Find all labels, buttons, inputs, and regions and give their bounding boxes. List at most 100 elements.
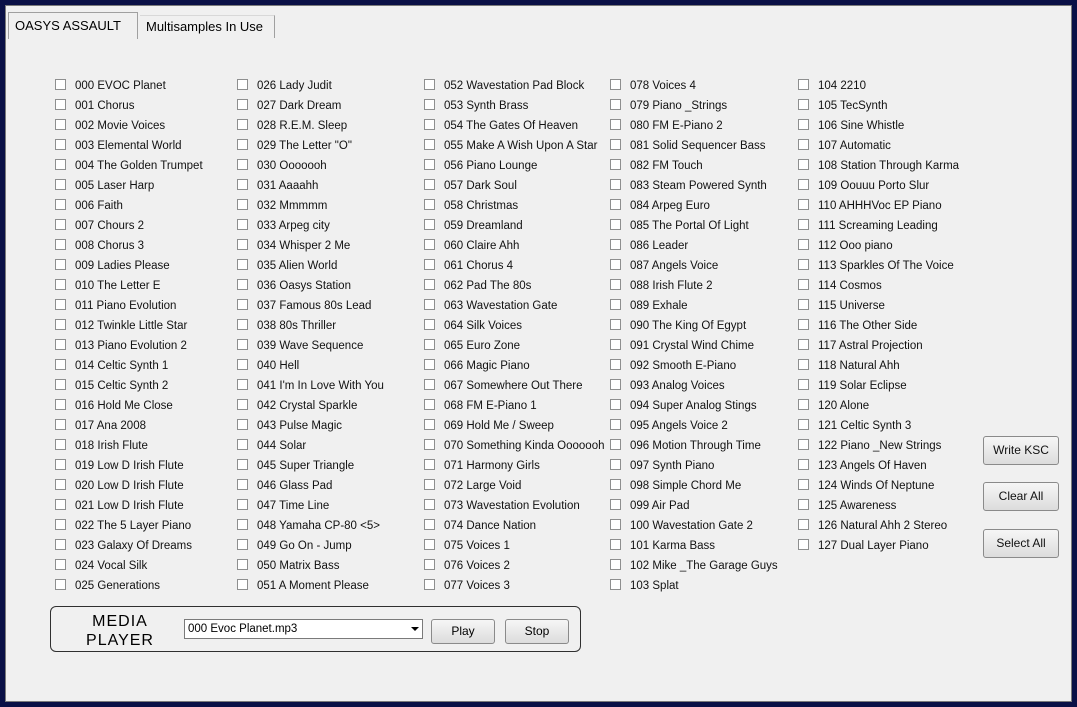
program-label[interactable]: 113 Sparkles Of The Voice bbox=[818, 258, 954, 274]
program-checkbox[interactable] bbox=[55, 459, 66, 470]
program-checkbox[interactable] bbox=[610, 499, 621, 510]
program-checkbox[interactable] bbox=[424, 459, 435, 470]
program-label[interactable]: 070 Something Kinda Ooooooh bbox=[444, 438, 604, 454]
program-label[interactable]: 108 Station Through Karma bbox=[818, 158, 959, 174]
program-label[interactable]: 038 80s Thriller bbox=[257, 318, 336, 334]
program-checkbox[interactable] bbox=[237, 439, 248, 450]
program-label[interactable]: 057 Dark Soul bbox=[444, 178, 517, 194]
program-label[interactable]: 126 Natural Ahh 2 Stereo bbox=[818, 518, 947, 534]
program-label[interactable]: 044 Solar bbox=[257, 438, 306, 454]
program-checkbox[interactable] bbox=[610, 559, 621, 570]
program-checkbox[interactable] bbox=[55, 279, 66, 290]
program-label[interactable]: 103 Splat bbox=[630, 578, 679, 594]
program-checkbox[interactable] bbox=[798, 179, 809, 190]
program-checkbox[interactable] bbox=[237, 119, 248, 130]
program-label[interactable]: 062 Pad The 80s bbox=[444, 278, 531, 294]
program-checkbox[interactable] bbox=[610, 199, 621, 210]
program-label[interactable]: 003 Elemental World bbox=[75, 138, 182, 154]
program-label[interactable]: 127 Dual Layer Piano bbox=[818, 538, 929, 554]
program-checkbox[interactable] bbox=[55, 539, 66, 550]
program-checkbox[interactable] bbox=[424, 239, 435, 250]
program-checkbox[interactable] bbox=[55, 119, 66, 130]
program-label[interactable]: 106 Sine Whistle bbox=[818, 118, 904, 134]
program-checkbox[interactable] bbox=[55, 99, 66, 110]
program-label[interactable]: 031 Aaaahh bbox=[257, 178, 318, 194]
program-label[interactable]: 055 Make A Wish Upon A Star bbox=[444, 138, 597, 154]
program-checkbox[interactable] bbox=[610, 259, 621, 270]
program-label[interactable]: 097 Synth Piano bbox=[630, 458, 714, 474]
program-label[interactable]: 083 Steam Powered Synth bbox=[630, 178, 767, 194]
program-checkbox[interactable] bbox=[798, 299, 809, 310]
program-checkbox[interactable] bbox=[424, 159, 435, 170]
program-checkbox[interactable] bbox=[55, 139, 66, 150]
program-checkbox[interactable] bbox=[424, 399, 435, 410]
program-label[interactable]: 088 Irish Flute 2 bbox=[630, 278, 712, 294]
program-label[interactable]: 090 The King Of Egypt bbox=[630, 318, 746, 334]
program-label[interactable]: 019 Low D Irish Flute bbox=[75, 458, 184, 474]
program-label[interactable]: 102 Mike _The Garage Guys bbox=[630, 558, 778, 574]
program-label[interactable]: 049 Go On - Jump bbox=[257, 538, 352, 554]
program-label[interactable]: 013 Piano Evolution 2 bbox=[75, 338, 187, 354]
program-label[interactable]: 021 Low D Irish Flute bbox=[75, 498, 184, 514]
program-checkbox[interactable] bbox=[798, 199, 809, 210]
program-label[interactable]: 053 Synth Brass bbox=[444, 98, 528, 114]
program-label[interactable]: 020 Low D Irish Flute bbox=[75, 478, 184, 494]
program-checkbox[interactable] bbox=[424, 519, 435, 530]
program-checkbox[interactable] bbox=[610, 379, 621, 390]
program-label[interactable]: 084 Arpeg Euro bbox=[630, 198, 710, 214]
program-checkbox[interactable] bbox=[610, 579, 621, 590]
program-label[interactable]: 119 Solar Eclipse bbox=[818, 378, 907, 394]
program-label[interactable]: 117 Astral Projection bbox=[818, 338, 923, 354]
program-checkbox[interactable] bbox=[424, 199, 435, 210]
program-label[interactable]: 110 AHHHVoc EP Piano bbox=[818, 198, 942, 214]
program-label[interactable]: 109 Oouuu Porto Slur bbox=[818, 178, 929, 194]
program-checkbox[interactable] bbox=[55, 239, 66, 250]
program-checkbox[interactable] bbox=[237, 359, 248, 370]
program-checkbox[interactable] bbox=[237, 259, 248, 270]
program-checkbox[interactable] bbox=[424, 319, 435, 330]
select-all-button[interactable]: Select All bbox=[983, 529, 1059, 558]
program-label[interactable]: 077 Voices 3 bbox=[444, 578, 510, 594]
program-checkbox[interactable] bbox=[237, 139, 248, 150]
program-checkbox[interactable] bbox=[237, 399, 248, 410]
program-label[interactable]: 010 The Letter E bbox=[75, 278, 160, 294]
program-label[interactable]: 041 I'm In Love With You bbox=[257, 378, 384, 394]
program-label[interactable]: 074 Dance Nation bbox=[444, 518, 536, 534]
program-label[interactable]: 040 Hell bbox=[257, 358, 299, 374]
tab-oasys-assault[interactable]: OASYS ASSAULT bbox=[8, 12, 138, 40]
program-checkbox[interactable] bbox=[237, 219, 248, 230]
program-checkbox[interactable] bbox=[424, 419, 435, 430]
program-label[interactable]: 105 TecSynth bbox=[818, 98, 887, 114]
program-checkbox[interactable] bbox=[610, 119, 621, 130]
program-checkbox[interactable] bbox=[610, 139, 621, 150]
program-label[interactable]: 022 The 5 Layer Piano bbox=[75, 518, 191, 534]
program-checkbox[interactable] bbox=[610, 339, 621, 350]
program-checkbox[interactable] bbox=[55, 319, 66, 330]
program-checkbox[interactable] bbox=[424, 119, 435, 130]
program-label[interactable]: 018 Irish Flute bbox=[75, 438, 148, 454]
program-label[interactable]: 028 R.E.M. Sleep bbox=[257, 118, 347, 134]
program-checkbox[interactable] bbox=[798, 419, 809, 430]
program-checkbox[interactable] bbox=[798, 379, 809, 390]
play-button[interactable]: Play bbox=[431, 619, 495, 644]
clear-all-button[interactable]: Clear All bbox=[983, 482, 1059, 511]
program-label[interactable]: 023 Galaxy Of Dreams bbox=[75, 538, 192, 554]
program-checkbox[interactable] bbox=[237, 339, 248, 350]
program-checkbox[interactable] bbox=[798, 219, 809, 230]
program-label[interactable]: 024 Vocal Silk bbox=[75, 558, 147, 574]
program-checkbox[interactable] bbox=[55, 399, 66, 410]
program-label[interactable]: 032 Mmmmm bbox=[257, 198, 327, 214]
program-label[interactable]: 095 Angels Voice 2 bbox=[630, 418, 728, 434]
program-checkbox[interactable] bbox=[424, 219, 435, 230]
program-label[interactable]: 005 Laser Harp bbox=[75, 178, 154, 194]
program-checkbox[interactable] bbox=[237, 579, 248, 590]
program-checkbox[interactable] bbox=[237, 319, 248, 330]
program-label[interactable]: 029 The Letter "O" bbox=[257, 138, 352, 154]
program-checkbox[interactable] bbox=[610, 99, 621, 110]
program-checkbox[interactable] bbox=[798, 239, 809, 250]
program-checkbox[interactable] bbox=[55, 259, 66, 270]
program-checkbox[interactable] bbox=[424, 339, 435, 350]
program-label[interactable]: 094 Super Analog Stings bbox=[630, 398, 757, 414]
program-label[interactable]: 009 Ladies Please bbox=[75, 258, 170, 274]
program-label[interactable]: 107 Automatic bbox=[818, 138, 891, 154]
